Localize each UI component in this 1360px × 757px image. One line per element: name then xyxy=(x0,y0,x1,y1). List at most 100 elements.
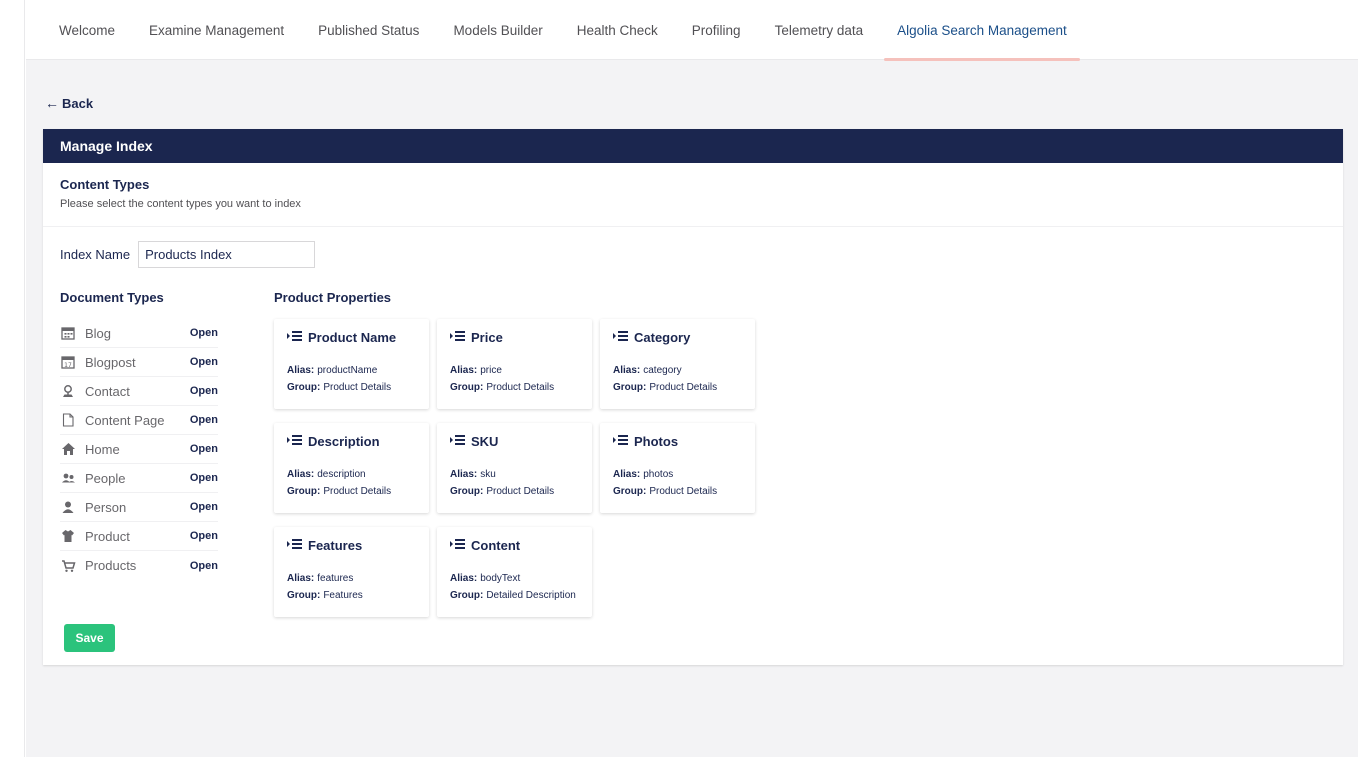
doc-type-blog[interactable]: Blog Open xyxy=(60,319,218,348)
property-group: Product Details xyxy=(323,486,392,497)
property-alias: bodyText xyxy=(480,573,521,584)
property-alias: productName xyxy=(317,365,378,376)
property-meta: Alias: sku Group: Product Details xyxy=(450,466,579,500)
people-icon xyxy=(60,470,76,486)
group-label: Group: xyxy=(287,590,321,601)
open-link[interactable]: Open xyxy=(190,560,218,572)
group-label: Group: xyxy=(450,382,484,393)
tab-health-check[interactable]: Health Check xyxy=(560,0,675,60)
property-card-title: Price xyxy=(450,329,579,345)
group-label: Group: xyxy=(450,486,484,497)
shirt-icon xyxy=(60,528,76,544)
alias-label: Alias: xyxy=(287,469,315,480)
alias-label: Alias: xyxy=(287,365,315,376)
property-group: Product Details xyxy=(649,382,718,393)
property-meta: Alias: features Group: Features xyxy=(287,570,416,604)
doc-type-person[interactable]: Person Open xyxy=(60,493,218,522)
doc-type-home[interactable]: Home Open xyxy=(60,435,218,464)
alias-label: Alias: xyxy=(450,469,478,480)
tab-welcome[interactable]: Welcome xyxy=(42,0,132,60)
property-card-title: Product Name xyxy=(287,329,416,345)
property-group: Product Details xyxy=(649,486,718,497)
panel-title: Manage Index xyxy=(43,129,1343,163)
calendar-date-icon: 17 xyxy=(60,354,76,370)
location-pin-icon xyxy=(60,383,76,399)
tab-profiling[interactable]: Profiling xyxy=(675,0,758,60)
list-icon xyxy=(287,538,304,553)
product-properties-title: Product Properties xyxy=(274,290,392,305)
property-card-sku[interactable]: SKU Alias: sku Group: Product Details xyxy=(437,423,592,513)
arrow-left-icon: ← xyxy=(45,95,59,111)
open-link[interactable]: Open xyxy=(190,530,218,542)
property-name: Category xyxy=(634,329,691,345)
doc-type-contact[interactable]: Contact Open xyxy=(60,377,218,406)
document-icon xyxy=(60,412,76,428)
open-link[interactable]: Open xyxy=(190,327,218,339)
list-icon xyxy=(450,538,467,553)
property-group: Product Details xyxy=(486,382,555,393)
list-icon xyxy=(450,330,467,345)
doc-type-label: People xyxy=(85,470,126,486)
open-link[interactable]: Open xyxy=(190,414,218,426)
doc-type-label: Products xyxy=(85,558,137,573)
product-properties-column: Product Properties Product Name Alias: pr… xyxy=(274,290,755,617)
open-link[interactable]: Open xyxy=(190,472,218,484)
tab-models-builder[interactable]: Models Builder xyxy=(436,0,559,60)
list-icon xyxy=(287,330,304,345)
property-card-category[interactable]: Category Alias: category Group: Product De… xyxy=(600,319,755,409)
doc-type-product[interactable]: Product Open xyxy=(60,522,218,551)
property-card-product-name[interactable]: Product Name Alias: productName Group: Pro… xyxy=(274,319,429,409)
property-card-content[interactable]: Content Alias: bodyText Group: Detailed De… xyxy=(437,527,592,617)
group-label: Group: xyxy=(613,382,647,393)
property-meta: Alias: price Group: Product Details xyxy=(450,362,579,396)
tab-examine-management[interactable]: Examine Management xyxy=(132,0,301,60)
back-link[interactable]: ← Back xyxy=(45,95,93,111)
doc-type-label: Home xyxy=(85,441,120,457)
group-label: Group: xyxy=(287,382,321,393)
property-card-description[interactable]: Description Alias: description Group: Prod… xyxy=(274,423,429,513)
property-card-photos[interactable]: Photos Alias: photos Group: Product Detail… xyxy=(600,423,755,513)
back-label: Back xyxy=(62,95,94,111)
home-icon xyxy=(60,441,76,457)
manage-index-panel: Manage Index Content Types Please select… xyxy=(43,129,1343,665)
doc-type-people[interactable]: People Open xyxy=(60,464,218,493)
property-alias: price xyxy=(480,365,502,376)
section-title: Content Types xyxy=(60,177,150,192)
content-types-section: Content Types Please select the content … xyxy=(43,163,1343,227)
property-group: Detailed Description xyxy=(486,590,576,601)
open-link[interactable]: Open xyxy=(190,385,218,397)
open-link[interactable]: Open xyxy=(190,501,218,513)
property-card-title: Features xyxy=(287,537,416,553)
person-icon xyxy=(60,499,76,515)
property-card-price[interactable]: Price Alias: price Group: Product Details xyxy=(437,319,592,409)
index-name-input[interactable] xyxy=(138,241,316,268)
property-card-title: SKU xyxy=(450,433,579,449)
tab-published-status[interactable]: Published Status xyxy=(301,0,436,60)
property-card-title: Description xyxy=(287,433,416,449)
doc-type-products[interactable]: Products Open xyxy=(60,551,218,580)
tab-algolia-search-management[interactable]: Algolia Search Management xyxy=(880,0,1084,61)
dashboard-tabs: Welcome Examine Management Published Sta… xyxy=(26,0,1358,61)
list-icon xyxy=(450,434,467,449)
property-name: SKU xyxy=(471,433,499,449)
property-card-title: Photos xyxy=(613,433,742,449)
property-card-features[interactable]: Features Alias: features Group: Features xyxy=(274,527,429,617)
group-label: Group: xyxy=(450,590,484,601)
doc-type-content-page[interactable]: Content Page Open xyxy=(60,406,218,435)
doc-type-blogpost[interactable]: 17 Blogpost Open xyxy=(60,348,218,377)
open-link[interactable]: Open xyxy=(190,443,218,455)
property-meta: Alias: photos Group: Product Details xyxy=(613,466,742,500)
doc-type-label: Person xyxy=(85,499,127,515)
document-types-column: Document Types Blog Open 17 Blogpost Ope… xyxy=(60,290,218,580)
property-name: Price xyxy=(471,329,503,345)
doc-type-label: Product xyxy=(85,528,130,544)
doc-type-label: Content Page xyxy=(85,412,165,428)
doc-type-label: Blogpost xyxy=(85,354,136,370)
alias-label: Alias: xyxy=(287,573,315,584)
group-label: Group: xyxy=(613,486,647,497)
property-group: Product Details xyxy=(323,382,392,393)
svg-text:17: 17 xyxy=(64,362,72,369)
save-button[interactable]: Save xyxy=(64,624,115,652)
open-link[interactable]: Open xyxy=(190,356,218,368)
tab-telemetry-data[interactable]: Telemetry data xyxy=(758,0,881,60)
